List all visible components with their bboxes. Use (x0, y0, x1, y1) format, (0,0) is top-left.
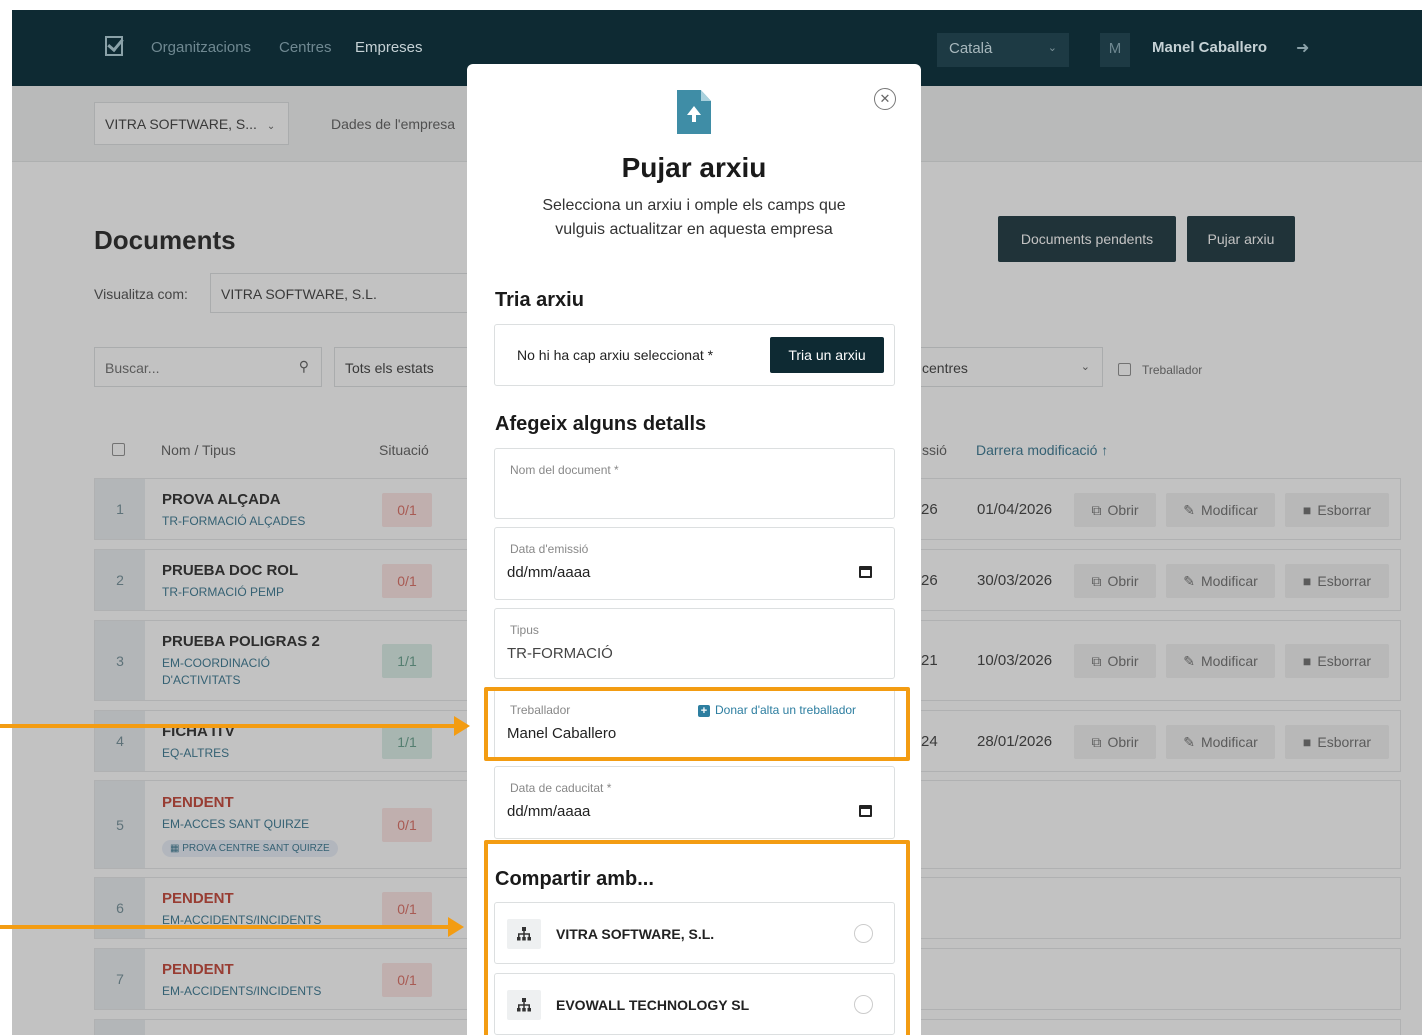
chevron-down-icon: ⌄ (1047, 42, 1057, 54)
type-field[interactable]: Tipus TR-FORMACIÓ (494, 608, 895, 679)
annotation-arrow-line (0, 925, 452, 929)
avatar[interactable]: M (1100, 33, 1130, 67)
file-upload-icon (677, 90, 711, 134)
close-icon[interactable]: ✕ (874, 88, 896, 110)
document-name-field[interactable]: Nom del document * (494, 448, 895, 519)
language-select[interactable]: Català ⌄ (937, 33, 1069, 67)
annotation-arrow-line (0, 724, 458, 728)
choose-file-button[interactable]: Tria un arxiu (770, 337, 884, 373)
nav-link-organitzacions[interactable]: Organitzacions (151, 39, 251, 56)
user-name[interactable]: Manel Caballero (1152, 39, 1267, 56)
choose-file-heading: Tria arxiu (495, 289, 584, 311)
issue-date-label: Data d'emissió (510, 542, 589, 556)
arrow-right-icon (448, 917, 464, 937)
issue-date-field[interactable]: Data d'emissió dd/mm/aaaa (494, 527, 895, 600)
expiry-date-field[interactable]: Data de caducitat * dd/mm/aaaa (494, 766, 895, 839)
details-heading: Afegeix alguns detalls (495, 413, 707, 435)
highlight-box-worker (484, 687, 910, 761)
modal-title: Pujar arxiu (621, 152, 767, 183)
issue-date-value: dd/mm/aaaa (507, 564, 591, 581)
calendar-icon[interactable] (859, 566, 872, 578)
highlight-box-share (484, 840, 910, 1035)
checkbox-logo-icon[interactable] (105, 36, 123, 56)
calendar-icon[interactable] (859, 805, 872, 817)
arrow-right-icon (454, 716, 470, 736)
logout-icon[interactable]: ➜ (1296, 38, 1309, 58)
type-value: TR-FORMACIÓ (507, 645, 613, 662)
nav-link-empreses[interactable]: Empreses (355, 39, 423, 56)
modal-description: Selecciona un arxiu i omple els camps qu… (542, 197, 846, 238)
no-file-selected-text: No hi ha cap arxiu seleccionat * (517, 347, 714, 363)
type-label: Tipus (510, 623, 539, 637)
language-value: Català (949, 40, 993, 57)
expiry-date-label: Data de caducitat * (510, 781, 612, 795)
document-name-label: Nom del document * (510, 463, 619, 477)
expiry-date-value: dd/mm/aaaa (507, 803, 591, 820)
file-picker: No hi ha cap arxiu seleccionat * Tria un… (494, 324, 895, 386)
nav-link-centres[interactable]: Centres (279, 39, 332, 56)
